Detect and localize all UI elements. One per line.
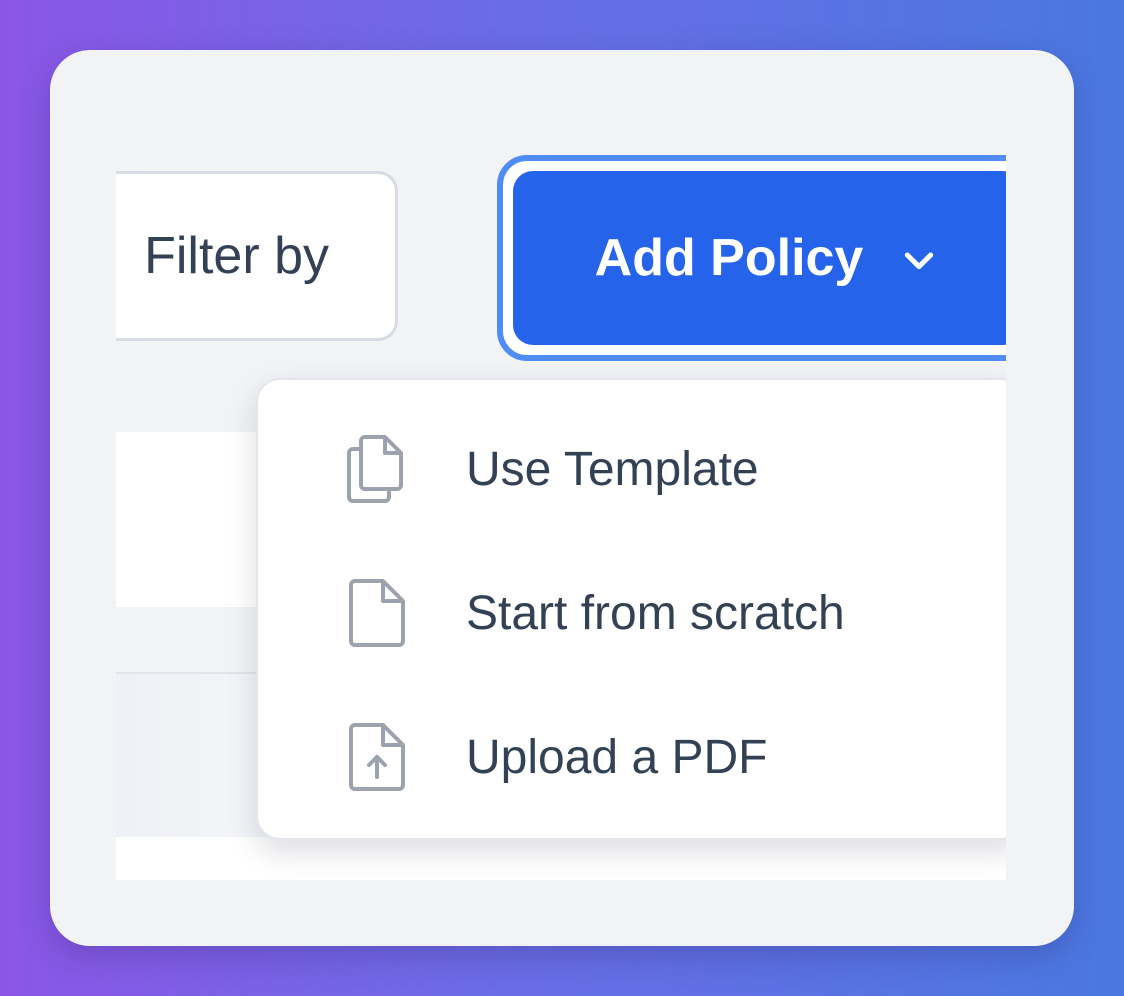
add-policy-dropdown-menu: Use Template Start from scratch Upload a…: [256, 378, 1006, 840]
filter-by-button[interactable]: Filter by: [116, 171, 398, 341]
app-viewport: Filter by Add Policy Use Template Start …: [116, 50, 1006, 880]
document-upload-icon: [344, 721, 410, 793]
chevron-down-icon: [897, 238, 941, 282]
menu-item-use-template[interactable]: Use Template: [258, 404, 1006, 534]
document-icon: [344, 577, 410, 649]
table-row: [116, 837, 1006, 880]
app-card: Filter by Add Policy Use Template Start …: [50, 50, 1074, 946]
menu-item-label: Use Template: [466, 442, 759, 496]
menu-item-label: Start from scratch: [466, 586, 845, 640]
add-policy-button[interactable]: Add Policy: [513, 171, 1006, 345]
filter-by-label: Filter by: [144, 227, 329, 285]
add-policy-label: Add Policy: [594, 229, 864, 287]
menu-item-upload-pdf[interactable]: Upload a PDF: [258, 692, 1006, 822]
copy-icon: [344, 433, 410, 505]
menu-item-label: Upload a PDF: [466, 730, 768, 784]
menu-item-start-from-scratch[interactable]: Start from scratch: [258, 548, 1006, 678]
